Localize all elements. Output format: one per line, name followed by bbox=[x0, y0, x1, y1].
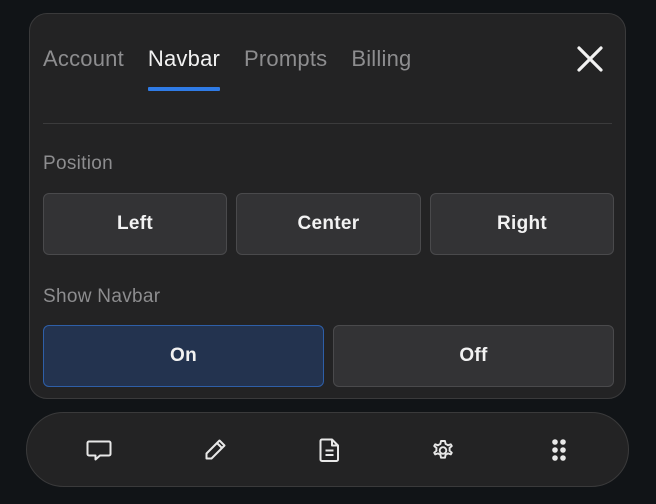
tabs-divider bbox=[43, 123, 612, 124]
gear-icon bbox=[433, 440, 453, 459]
edit-button[interactable] bbox=[202, 437, 228, 463]
chat-button[interactable] bbox=[86, 437, 112, 463]
chat-bubble-icon bbox=[86, 440, 112, 461]
pencil-icon bbox=[205, 439, 226, 460]
show-navbar-off-button[interactable]: Off bbox=[333, 325, 614, 387]
show-navbar-label: Show Navbar bbox=[43, 286, 161, 307]
settings-panel: Account Navbar Prompts Billing Position … bbox=[29, 13, 626, 399]
document-button[interactable] bbox=[317, 437, 343, 463]
dots-grid-icon bbox=[552, 439, 566, 461]
tab-billing[interactable]: Billing bbox=[351, 44, 411, 88]
position-center-button[interactable]: Center bbox=[236, 193, 421, 255]
position-right-button[interactable]: Right bbox=[430, 193, 614, 255]
settings-button[interactable] bbox=[430, 437, 456, 463]
tab-prompts[interactable]: Prompts bbox=[244, 44, 327, 88]
show-navbar-on-button[interactable]: On bbox=[43, 325, 324, 387]
tab-navbar[interactable]: Navbar bbox=[147, 44, 221, 91]
close-icon bbox=[577, 46, 603, 72]
apps-button[interactable] bbox=[546, 437, 572, 463]
tab-account[interactable]: Account bbox=[43, 44, 124, 88]
close-button[interactable] bbox=[575, 44, 605, 74]
bottom-navbar bbox=[26, 412, 629, 487]
settings-tabs: Account Navbar Prompts Billing bbox=[43, 44, 435, 91]
position-left-button[interactable]: Left bbox=[43, 193, 227, 255]
document-icon bbox=[319, 438, 339, 462]
position-label: Position bbox=[43, 153, 113, 174]
